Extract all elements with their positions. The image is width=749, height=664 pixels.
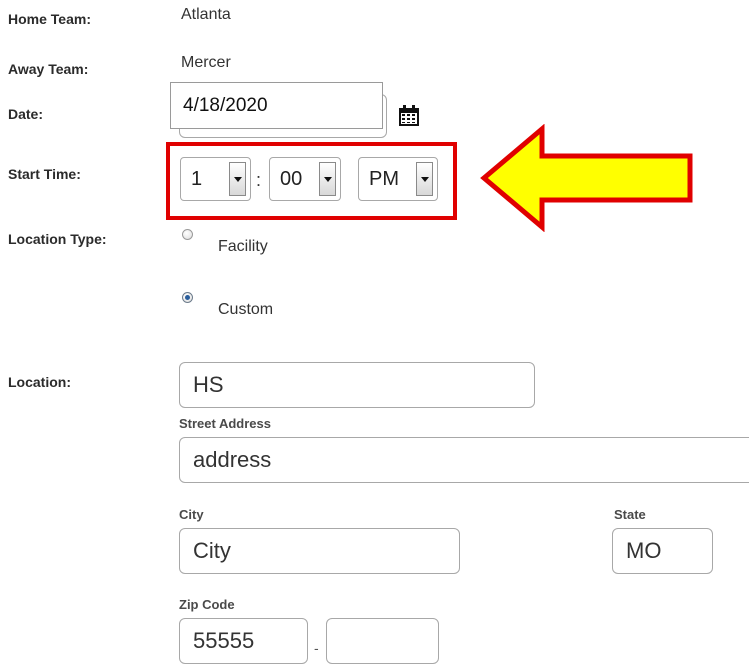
away-team-label: Away Team: <box>8 61 89 77</box>
zip-code-label: Zip Code <box>179 597 235 612</box>
radio-custom-label[interactable]: Custom <box>218 301 273 319</box>
street-address-input[interactable]: address <box>179 437 749 483</box>
zip-extension-input[interactable] <box>326 618 439 664</box>
city-input[interactable]: City <box>179 528 460 574</box>
location-name-input[interactable]: HS <box>179 362 535 408</box>
state-label: State <box>614 507 646 522</box>
zip-separator: - <box>314 640 319 656</box>
city-label: City <box>179 507 204 522</box>
location-label: Location: <box>8 374 71 390</box>
pointer-arrow-icon <box>480 124 693 232</box>
date-input[interactable]: 4/18/2020 <box>170 82 383 129</box>
start-time-label: Start Time: <box>8 166 81 182</box>
home-team-label: Home Team: <box>8 11 91 27</box>
street-address-label: Street Address <box>179 416 271 431</box>
home-team-value: Atlanta <box>181 6 231 23</box>
location-type-label: Location Type: <box>8 231 107 247</box>
date-label: Date: <box>8 106 44 122</box>
highlight-box <box>166 142 457 220</box>
calendar-icon[interactable] <box>397 104 421 128</box>
state-input[interactable]: MO <box>612 528 713 574</box>
zip-code-input[interactable]: 55555 <box>179 618 308 664</box>
radio-facility[interactable] <box>182 229 193 240</box>
away-team-value: Mercer <box>181 54 231 71</box>
radio-custom[interactable] <box>182 292 193 303</box>
radio-facility-label[interactable]: Facility <box>218 238 268 256</box>
